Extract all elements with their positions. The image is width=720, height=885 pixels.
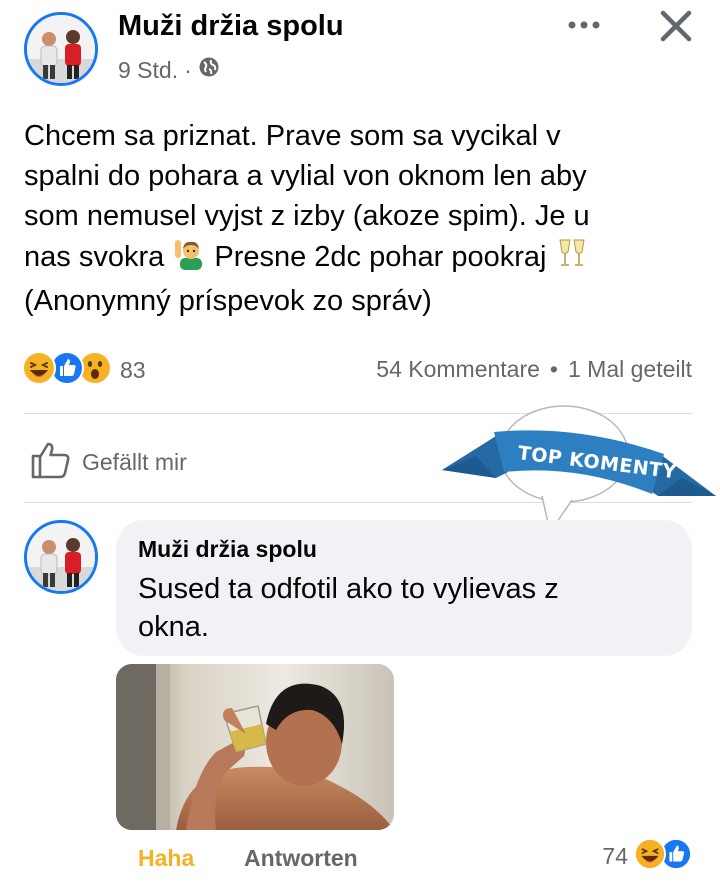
post-text-line: som nemusel vyjst z izby (akoze spim). J… xyxy=(24,200,590,232)
man-drinking-photo xyxy=(116,664,394,830)
shares-count[interactable]: 1 Mal geteilt xyxy=(568,356,692,383)
champagne-glasses-emoji xyxy=(555,236,589,281)
reactions-count: 83 xyxy=(120,356,146,383)
reply-button[interactable]: Antworten xyxy=(244,845,358,872)
post-text-segment: Presne 2dc pohar pookraj xyxy=(214,241,547,274)
page-name[interactable]: Muži držia spolu xyxy=(118,10,344,43)
post-text-line: spalni do pohara a vylial von oknom len … xyxy=(24,160,587,192)
haha-reaction-icon xyxy=(634,838,666,875)
post-stats: 54 Kommentare • 1 Mal geteilt xyxy=(376,356,692,383)
post-meta: 9 Std. · xyxy=(118,56,220,84)
meta-separator: · xyxy=(184,56,192,83)
comment-reactions[interactable]: 74 xyxy=(602,838,692,875)
comment-text: Sused ta odfotil ako to vylievas z okna. xyxy=(138,570,559,646)
comment-photo[interactable] xyxy=(116,664,394,830)
post-text-line-4: nas svokra Presne 2dc pohar pookraj xyxy=(24,236,704,281)
like-button[interactable]: Gefällt mir xyxy=(30,440,187,485)
post-text: Chcem sa priznat. Prave som sa vycikal v… xyxy=(24,116,704,321)
thumbs-up-icon xyxy=(30,440,72,485)
stats-separator: • xyxy=(549,356,558,382)
raising-hand-emoji xyxy=(172,236,206,281)
comment-author[interactable]: Muži držia spolu xyxy=(138,536,317,563)
haha-action-button[interactable]: Haha xyxy=(138,845,194,872)
post-text-line: Chcem sa priznat. Prave som sa vycikal v xyxy=(24,120,561,152)
more-options-icon[interactable] xyxy=(566,18,602,32)
comment-bubble[interactable]: Muži držia spolu Sused ta odfotil ako to… xyxy=(116,520,692,656)
globe-icon xyxy=(198,56,220,84)
post-time[interactable]: 9 Std. xyxy=(118,57,178,84)
like-label: Gefällt mir xyxy=(82,449,187,475)
avatar-photo xyxy=(27,15,95,83)
comments-count[interactable]: 54 Kommentare xyxy=(376,356,540,383)
post-text-line: (Anonymný príspevok zo správ) xyxy=(24,285,432,317)
page-avatar[interactable] xyxy=(24,12,98,86)
avatar-photo xyxy=(27,523,95,591)
comment-author-avatar[interactable] xyxy=(24,520,98,594)
post-text-segment: nas svokra xyxy=(24,241,165,274)
haha-reaction-icon xyxy=(22,350,56,390)
close-icon[interactable] xyxy=(658,8,694,44)
comment-reactions-count: 74 xyxy=(602,843,628,869)
comment-text-line: Sused ta odfotil ako to vylievas z xyxy=(138,573,559,605)
post-reactions[interactable]: 83 xyxy=(22,350,146,390)
comment-text-line: okna. xyxy=(138,611,209,643)
